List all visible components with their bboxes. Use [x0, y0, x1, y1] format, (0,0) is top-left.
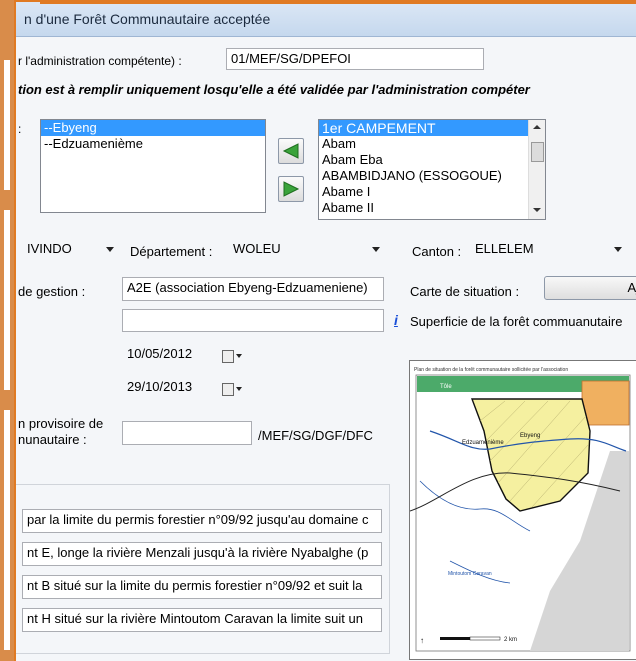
canton-value: ELLELEM	[475, 241, 534, 256]
info-icon[interactable]: i	[394, 312, 398, 328]
left-orange-strip	[0, 0, 14, 661]
arrow-left-icon	[282, 143, 299, 159]
map-drawing: Plan de situation de la forêt communauta…	[410, 361, 636, 659]
list-item[interactable]: ABAMBIDJANO (ESSOGOUE)	[319, 168, 545, 184]
chevron-down-icon	[372, 247, 380, 252]
canton-combo[interactable]: ELLELEM	[470, 238, 628, 262]
map-label-ebyeng: Ebyeng	[520, 433, 540, 439]
chevron-down-icon	[106, 247, 114, 252]
carte-label: Carte de situation :	[410, 284, 520, 299]
provisoire-suffix: /MEF/SG/DGF/DFC	[258, 428, 373, 443]
province-value: IVINDO	[27, 241, 72, 256]
limit-input[interactable]: nt H situé sur la rivière Mintoutom Cara…	[22, 608, 382, 632]
calendar-icon[interactable]	[222, 350, 234, 363]
list-item[interactable]: 1er CAMPEMENT	[319, 120, 545, 136]
add-map-button[interactable]: Aj	[544, 276, 636, 300]
situation-map: Plan de situation de la forêt communauta…	[409, 360, 636, 660]
chevron-down-icon	[614, 247, 622, 252]
scroll-up-icon[interactable]	[533, 125, 541, 129]
map-label-caravan: Mintoutom Caravan	[448, 571, 492, 577]
map-scale-label: 2 km	[504, 637, 517, 643]
province-combo[interactable]: IVINDO	[22, 238, 120, 262]
scroll-down-icon[interactable]	[533, 208, 541, 212]
date-end-value: 29/10/2013	[127, 379, 193, 394]
move-right-button[interactable]	[278, 176, 304, 202]
extra-input[interactable]	[122, 309, 384, 332]
strip-gap	[4, 60, 10, 190]
validation-note: tion est à remplir uniquement losqu'elle…	[18, 82, 530, 97]
window-title: n d'une Forêt Communautaire acceptée	[24, 11, 271, 27]
list-item[interactable]: --Edzuamenième	[41, 136, 265, 152]
canton-label: Canton :	[412, 244, 462, 259]
provisoire-label-2: nunautaire :	[18, 432, 87, 447]
strip-gap	[4, 210, 10, 390]
move-left-button[interactable]	[278, 138, 304, 164]
arrow-right-icon	[283, 181, 300, 197]
provisoire-input[interactable]	[122, 421, 252, 445]
map-label-tole: Tôle	[440, 384, 452, 390]
chevron-down-icon[interactable]	[236, 354, 242, 358]
departement-label: Département :	[130, 244, 213, 259]
limit-input[interactable]: par la limite du permis forestier n°09/9…	[22, 509, 382, 533]
departement-value: WOLEU	[233, 241, 281, 256]
title-bar: n d'une Forêt Communautaire acceptée	[16, 2, 636, 37]
reference-label: r l'administration compétente) :	[18, 54, 182, 68]
strip-gap	[4, 410, 10, 650]
selected-villages-list[interactable]: --Ebyeng --Edzuamenième	[40, 119, 266, 213]
limit-input[interactable]: nt E, longe la rivière Menzali jusqu'à l…	[22, 542, 382, 566]
gestion-label: de gestion :	[18, 284, 86, 299]
svg-text:↑: ↑	[420, 636, 424, 645]
limit-input[interactable]: nt B situé sur la limite du permis fores…	[22, 575, 382, 599]
departement-combo[interactable]: WOLEU	[228, 238, 386, 262]
map-label-edzuamenieme: Edzuamenième	[462, 440, 504, 446]
reference-input[interactable]: 01/MEF/SG/DPEFOI	[226, 48, 484, 70]
available-villages-list[interactable]: 1er CAMPEMENT Abam Abam Eba ABAMBIDJANO …	[318, 119, 546, 220]
map-title: Plan de situation de la forêt communauta…	[414, 367, 568, 373]
list-item[interactable]: --Ebyeng	[41, 120, 265, 136]
villages-label: :	[18, 122, 22, 136]
date-start-value: 10/05/2012	[127, 346, 193, 361]
list-scrollbar[interactable]	[528, 120, 545, 219]
scroll-thumb[interactable]	[531, 142, 544, 162]
chevron-down-icon[interactable]	[236, 387, 242, 391]
gestion-input[interactable]: A2E (association Ebyeng-Edzuameniene)	[122, 277, 384, 301]
calendar-icon[interactable]	[222, 383, 234, 396]
provisoire-label: n provisoire de	[18, 416, 104, 431]
screenshot-frame: n d'une Forêt Communautaire acceptée r l…	[0, 0, 636, 661]
superficie-label: Superficie de la forêt commuanutaire	[410, 314, 623, 329]
list-item[interactable]: Abame I	[319, 184, 545, 200]
list-item[interactable]: Abam Eba	[319, 152, 545, 168]
top-orange-strip	[40, 0, 636, 4]
list-item[interactable]: Abame II	[319, 200, 545, 216]
list-item[interactable]: Abam	[319, 136, 545, 152]
